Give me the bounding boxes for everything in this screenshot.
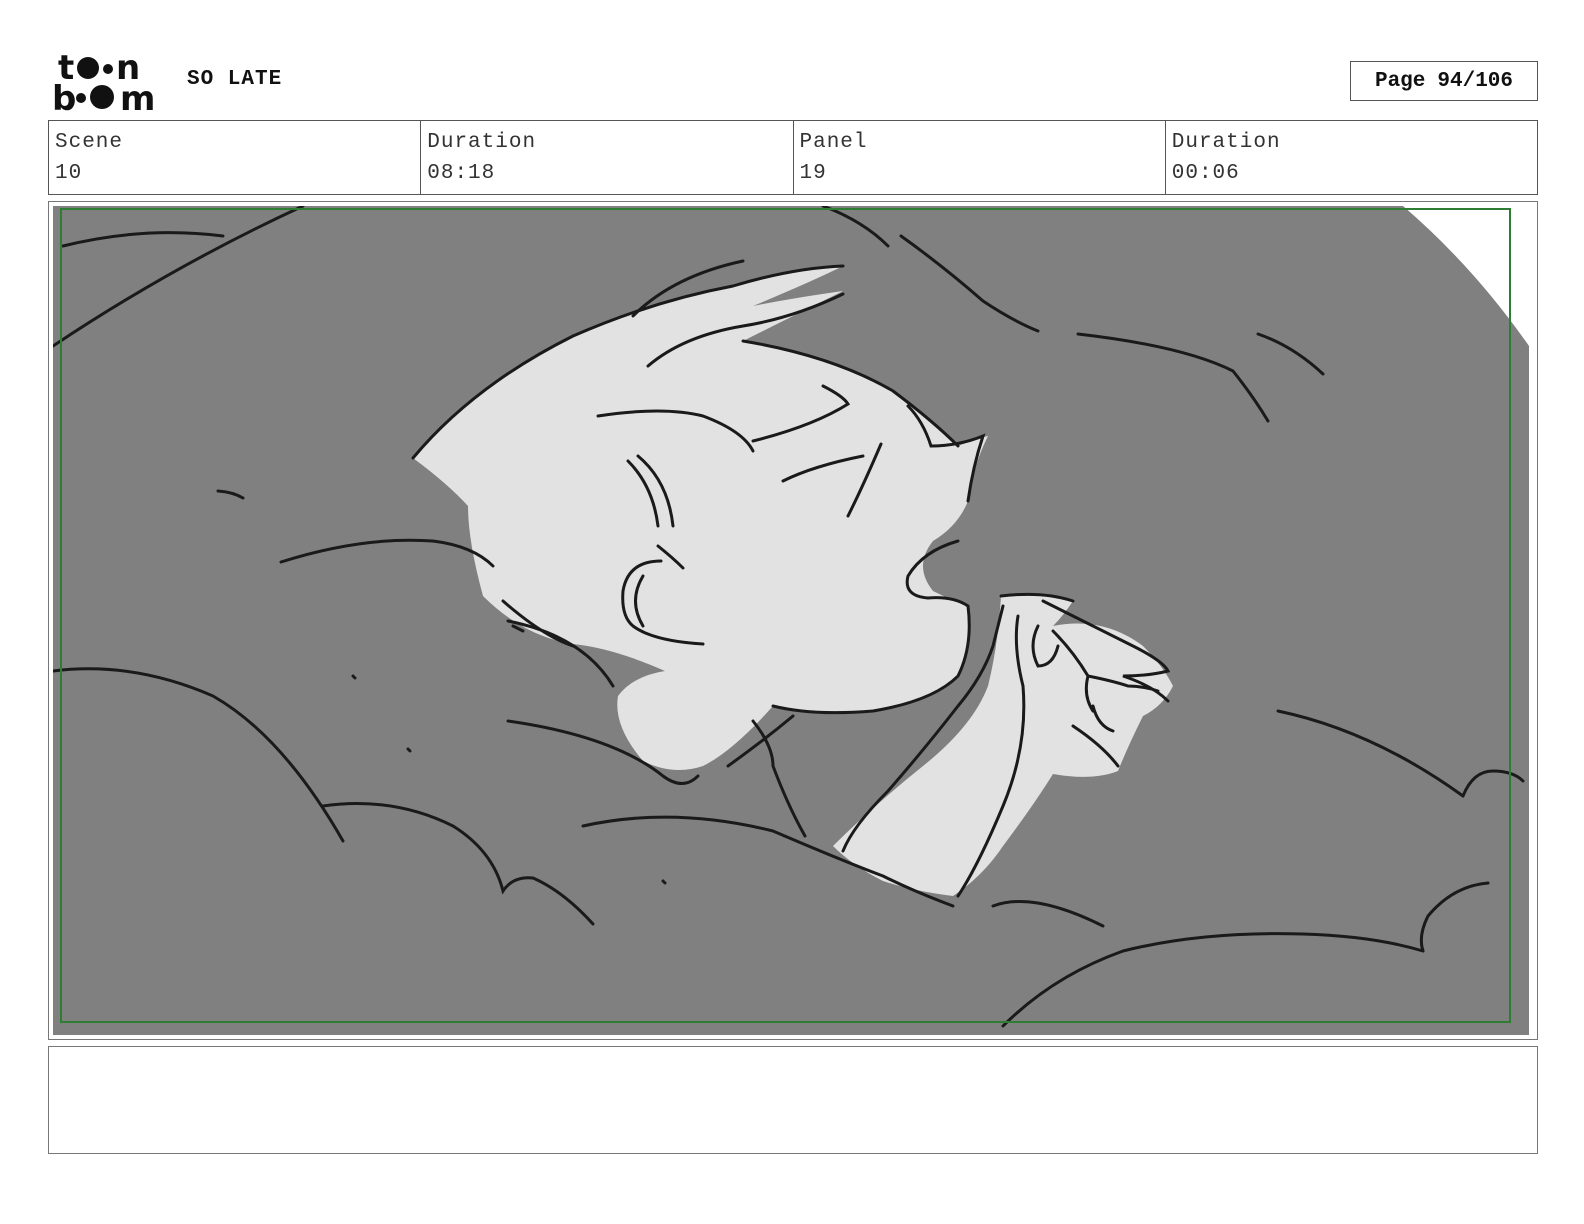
scene-duration-value: 08:18: [427, 162, 496, 185]
scene-cell: Scene 10: [49, 121, 422, 194]
scene-duration-cell: Duration 08:18: [421, 121, 794, 194]
scene-value: 10: [55, 162, 83, 185]
panel-value: 19: [799, 162, 827, 185]
svg-text:b: b: [52, 79, 76, 112]
page-number: 94/106: [1437, 69, 1514, 93]
svg-text:m: m: [120, 79, 155, 112]
page-indicator: Page 94/106: [1350, 61, 1538, 101]
panel-duration-value: 00:06: [1171, 162, 1240, 185]
panel-duration-cell: Duration 00:06: [1166, 121, 1537, 194]
panel-cell: Panel 19: [794, 121, 1166, 194]
panel-info-table: Scene 10 Duration 08:18 Panel 19 Duratio…: [48, 120, 1538, 195]
project-title: SO LATE: [187, 68, 283, 91]
panel-notes: [48, 1046, 1538, 1154]
scene-label: Scene: [55, 131, 124, 154]
toon-boom-logo: t n b m: [52, 50, 155, 112]
storyboard-panel: [48, 201, 1538, 1040]
scene-duration-label: Duration: [427, 131, 537, 154]
panel-sketch: [53, 206, 1529, 1035]
panel-label: Panel: [799, 131, 868, 154]
page-label: Page: [1374, 69, 1426, 93]
panel-duration-label: Duration: [1171, 131, 1281, 154]
